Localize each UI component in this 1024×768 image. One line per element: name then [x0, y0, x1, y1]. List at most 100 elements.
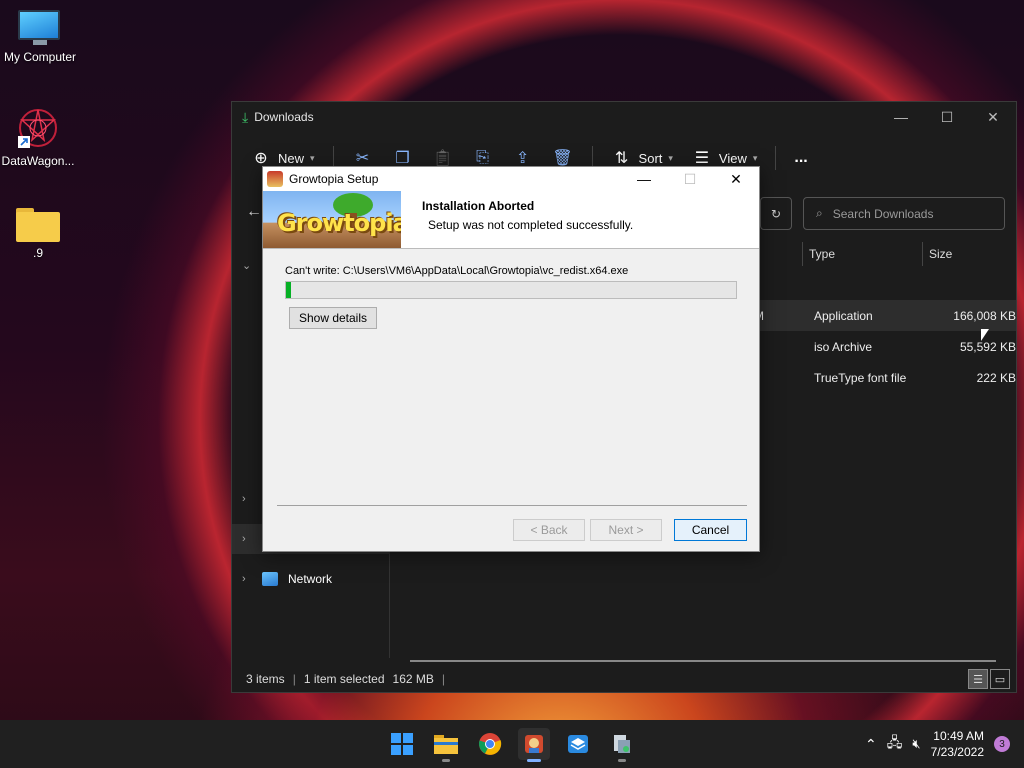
- monitor-icon: [18, 10, 62, 46]
- desktop-icon-label: My Computer: [3, 50, 77, 64]
- table-row[interactable]: M iso Archive 55,592 KB: [742, 331, 1016, 362]
- windows-logo-icon: [391, 733, 413, 755]
- mouse-cursor-icon: [981, 329, 989, 341]
- details-view-icon[interactable]: ☰: [968, 669, 988, 689]
- cancel-button[interactable]: Cancel: [674, 519, 747, 541]
- type-cell: Application: [814, 308, 873, 323]
- installer-icon: [614, 735, 630, 753]
- type-cell: iso Archive: [814, 339, 873, 354]
- nav-collapsed-row[interactable]: ›: [232, 484, 252, 514]
- dialog-titlebar[interactable]: Growtopia Setup — ☐ ✕: [263, 167, 759, 191]
- datawagon-icon: [14, 106, 62, 150]
- desktop-icon-label: DataWagon...: [1, 154, 75, 168]
- taskbar-installer[interactable]: [606, 728, 638, 762]
- selection-count: 1 item selected: [303, 672, 385, 686]
- dialog-subheading: Setup was not completed successfully.: [428, 218, 634, 232]
- type-cell: TrueType font file: [814, 370, 907, 385]
- back-arrow-icon[interactable]: ←: [246, 203, 262, 221]
- nav-expand-row[interactable]: ⌄: [232, 250, 252, 280]
- minimize-button[interactable]: —: [878, 102, 924, 132]
- maximize-button: ☐: [683, 170, 697, 187]
- package-box-icon: [568, 735, 588, 753]
- table-row[interactable]: AM Application 166,008 KB: [742, 300, 1016, 331]
- chevron-down-icon: ▾: [310, 152, 315, 163]
- setup-dialog: Growtopia Setup — ☐ ✕ Growtopia Installa…: [262, 166, 760, 552]
- status-divider: |: [292, 672, 296, 686]
- desktop-icon-label: .9: [32, 246, 43, 260]
- install-progress-bar: [285, 281, 737, 299]
- desktop-icon-datawagon[interactable]: DataWagon...: [0, 106, 78, 168]
- clock-time: 10:49 AM: [933, 729, 984, 743]
- new-label: New: [278, 150, 305, 166]
- item-count: 3 items: [246, 672, 285, 686]
- growtopia-app-icon: [267, 171, 283, 187]
- table-row[interactable]: M TrueType font file 222 KB: [742, 362, 1016, 393]
- clock-date: 7/23/2022: [930, 745, 984, 759]
- growtopia-logo-text: Growtopia: [277, 209, 401, 237]
- chrome-icon: [479, 733, 502, 755]
- size-cell: 55,592 KB: [959, 339, 1016, 354]
- toolbar-divider: [775, 146, 777, 170]
- column-headers: Type Size: [802, 242, 1016, 266]
- selection-size: 162 MB: [392, 672, 434, 686]
- chevron-up-icon[interactable]: ⌃: [865, 736, 877, 753]
- download-icon: ⤓: [242, 108, 249, 125]
- file-list: AM Application 166,008 KB M iso Archive …: [742, 300, 1016, 393]
- desktop-icon-folder[interactable]: .9: [0, 208, 78, 260]
- growtopia-icon: [525, 735, 543, 753]
- search-input[interactable]: ⌕ Search Downloads: [803, 197, 1005, 230]
- tiles-view-icon[interactable]: ▭: [990, 669, 1010, 689]
- chevron-right-icon: ›: [242, 533, 246, 545]
- taskbar: ⌃ 🖧︎ 🔇︎ 10:49 AM 7/23/2022 3: [0, 720, 1024, 768]
- running-indicator: [527, 759, 541, 762]
- show-details-button[interactable]: Show details: [289, 307, 377, 329]
- sort-label: Sort: [638, 150, 663, 166]
- column-header-label: Type: [809, 247, 836, 261]
- folder-icon: [16, 208, 60, 242]
- nav-item-network[interactable]: › Network: [232, 564, 332, 594]
- notification-badge[interactable]: 3: [994, 736, 1010, 752]
- explorer-titlebar[interactable]: ⤓ Downloads — ☐ ✕: [232, 102, 1016, 132]
- column-header-label: Size: [929, 247, 953, 261]
- speaker-muted-icon[interactable]: 🔇︎: [912, 736, 920, 752]
- refresh-button[interactable]: ↻: [760, 197, 792, 230]
- search-icon: ⌕: [816, 206, 823, 220]
- progress-fill: [286, 282, 291, 298]
- dialog-body: Can't write: C:\Users\VM6\AppData\Local\…: [263, 249, 759, 551]
- close-button[interactable]: ✕: [713, 167, 759, 191]
- dialog-title: Growtopia Setup: [289, 172, 379, 186]
- status-divider: |: [441, 672, 446, 686]
- taskbar-app-box[interactable]: [562, 728, 594, 760]
- clock[interactable]: 10:49 AM 7/23/2022: [931, 728, 984, 760]
- desktop-icon-my-computer[interactable]: My Computer: [0, 10, 80, 64]
- network-icon: [262, 572, 278, 586]
- back-button: < Back: [513, 519, 585, 541]
- dialog-heading: Installation Aborted: [422, 199, 535, 213]
- view-label: View: [718, 150, 747, 166]
- search-placeholder: Search Downloads: [832, 206, 934, 221]
- chevron-down-icon: ▾: [752, 152, 758, 163]
- nav-item-label: Network: [288, 572, 333, 586]
- chevron-down-icon: ⌄: [242, 259, 252, 272]
- column-header-type[interactable]: Type: [802, 242, 922, 266]
- close-button[interactable]: ✕: [970, 102, 1016, 132]
- chevron-right-icon: ›: [242, 573, 246, 585]
- taskbar-file-explorer[interactable]: [430, 728, 462, 762]
- minimize-button[interactable]: —: [621, 167, 667, 191]
- taskbar-growtopia-setup[interactable]: [518, 728, 550, 762]
- dialog-divider: [277, 505, 747, 506]
- start-button[interactable]: [386, 728, 418, 760]
- chevron-right-icon: ›: [242, 493, 246, 505]
- growtopia-banner-image: Growtopia: [263, 191, 401, 248]
- next-button: Next >: [590, 519, 662, 541]
- horizontal-scrollbar[interactable]: [410, 660, 996, 662]
- taskbar-chrome[interactable]: [474, 728, 506, 760]
- network-status-icon[interactable]: 🖧︎: [887, 732, 903, 756]
- system-tray: ⌃ 🖧︎ 🔇︎ 10:49 AM 7/23/2022 3: [865, 720, 1024, 768]
- size-cell: 166,008 KB: [953, 308, 1016, 323]
- maximize-button[interactable]: ☐: [924, 102, 970, 132]
- more-options-button[interactable]: ...: [794, 149, 807, 167]
- dialog-header: Growtopia Installation Aborted Setup was…: [263, 191, 759, 249]
- column-header-size[interactable]: Size: [922, 242, 1002, 266]
- chevron-down-icon: ▾: [668, 152, 673, 163]
